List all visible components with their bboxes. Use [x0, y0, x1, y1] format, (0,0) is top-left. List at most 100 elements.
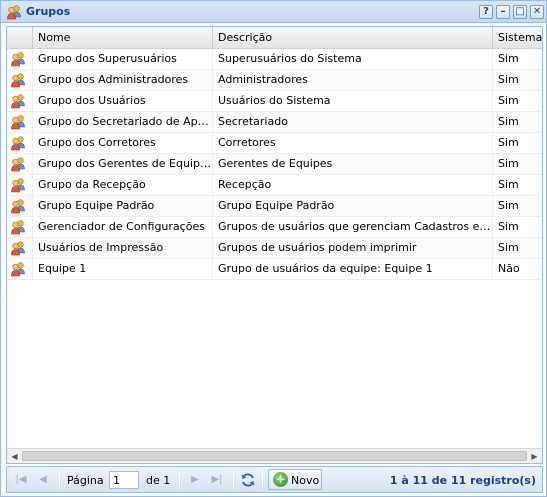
- cell-sistema: Sim: [498, 241, 519, 254]
- cell-descricao: Recepção: [213, 175, 493, 195]
- cell-sistema: Não: [498, 262, 520, 275]
- maximize-icon[interactable]: □: [513, 5, 527, 19]
- column-header-sistema[interactable]: Sistema: [493, 27, 542, 49]
- help-icon[interactable]: ?: [479, 5, 493, 19]
- cell-nome: Grupo dos Gerentes de Equipes: [33, 154, 213, 174]
- cell-sistema: Sim: [498, 178, 519, 191]
- group-icon: [11, 94, 25, 109]
- group-icon: [11, 73, 25, 88]
- cell-nome: Equipe 1: [33, 259, 213, 279]
- row-icon-cell: [7, 196, 33, 216]
- cell-descricao: Secretariado: [213, 112, 493, 132]
- group-icon: [11, 262, 25, 277]
- toolbar-separator: [59, 472, 60, 489]
- cell-descricao: Superusuários do Sistema: [213, 49, 493, 69]
- window-title: Grupos: [26, 5, 71, 18]
- row-icon-cell: [7, 238, 33, 258]
- page-count-label: de 1: [146, 474, 171, 487]
- refresh-icon[interactable]: [240, 472, 256, 488]
- paging-info: 1 à 11 de 11 registro(s): [389, 474, 536, 487]
- table-row[interactable]: Grupo dos Superusuários Superusuários do …: [7, 49, 542, 70]
- cell-nome: Grupo Equipe Padrão: [33, 196, 213, 216]
- cell-sistema: Sim: [498, 94, 519, 107]
- cell-sistema: Sim: [498, 73, 519, 86]
- paging-toolbar: |◀ ◀ Página de 1 ▶ ▶| + Novo 1 à 11 de 1…: [6, 466, 543, 493]
- horizontal-scrollbar[interactable]: ◀ ▶: [7, 448, 542, 463]
- column-header-descricao[interactable]: Descrição: [213, 27, 493, 49]
- table-row[interactable]: Equipe 1 Grupo de usuários da equipe: Equ…: [7, 259, 542, 280]
- cell-descricao: Usuários do Sistema: [213, 91, 493, 111]
- window-titlebar: Grupos ? – □ ✕: [1, 1, 546, 23]
- row-icon-cell: [7, 91, 33, 111]
- cell-nome: Gerenciador de Configurações: [33, 217, 213, 237]
- page-number-input[interactable]: [109, 471, 139, 489]
- prev-page-icon[interactable]: ◀: [35, 472, 51, 488]
- cell-sistema: Sim: [498, 115, 519, 128]
- row-icon-cell: [7, 133, 33, 153]
- group-icon: [11, 115, 25, 130]
- row-icon-cell: [7, 70, 33, 90]
- first-page-icon[interactable]: |◀: [13, 472, 29, 488]
- scrollbar-thumb[interactable]: [22, 451, 527, 461]
- last-page-icon[interactable]: ▶|: [209, 472, 225, 488]
- table-row[interactable]: Grupo dos Gerentes de Equipes Gerentes de…: [7, 154, 542, 175]
- group-icon: [11, 136, 25, 151]
- group-icon: [11, 178, 25, 193]
- table-row[interactable]: Grupo dos Administradores Administradores…: [7, 70, 542, 91]
- cell-descricao: Grupo de usuários da equipe: Equipe 1: [213, 259, 493, 279]
- row-icon-cell: [7, 154, 33, 174]
- toolbar-separator: [179, 472, 180, 489]
- cell-sistema: Sim: [498, 220, 519, 233]
- table-row[interactable]: Grupo da Recepção Recepção Sim: [7, 175, 542, 196]
- row-icon-cell: [7, 259, 33, 279]
- minimize-icon[interactable]: –: [496, 5, 510, 19]
- group-icon: [11, 52, 25, 67]
- cell-nome: Grupo dos Administradores: [33, 70, 213, 90]
- cell-sistema: Sim: [498, 199, 519, 212]
- close-icon[interactable]: ✕: [530, 5, 544, 19]
- row-icon-cell: [7, 49, 33, 69]
- cell-nome: Usuários de Impressão: [33, 238, 213, 258]
- toolbar-separator: [233, 472, 234, 489]
- cell-sistema: Sim: [498, 157, 519, 170]
- table-row[interactable]: Grupo dos Corretores Corretores Sim: [7, 133, 542, 154]
- column-header-icon: [7, 27, 33, 49]
- cell-descricao: Gerentes de Equipes: [213, 154, 493, 174]
- cell-descricao: Grupo Equipe Padrão: [213, 196, 493, 216]
- group-icon: [11, 199, 25, 214]
- scroll-right-icon[interactable]: ▶: [527, 449, 542, 463]
- column-header-nome[interactable]: Nome: [33, 27, 213, 49]
- cell-nome: Grupo dos Superusuários: [33, 49, 213, 69]
- grid-header: Nome Descrição Sistema: [7, 27, 542, 49]
- table-row[interactable]: Grupo Equipe Padrão Grupo Equipe Padrão Si…: [7, 196, 542, 217]
- cell-descricao: Grupos de usuários podem imprimir: [213, 238, 493, 258]
- next-page-icon[interactable]: ▶: [187, 472, 203, 488]
- cell-nome: Grupo da Recepção: [33, 175, 213, 195]
- cell-descricao: Corretores: [213, 133, 493, 153]
- cell-nome: Grupo dos Corretores: [33, 133, 213, 153]
- cell-descricao: Administradores: [213, 70, 493, 90]
- group-icon: [11, 220, 25, 235]
- page-label: Página: [67, 474, 104, 487]
- row-icon-cell: [7, 217, 33, 237]
- group-icon: [7, 5, 21, 20]
- groups-grid: Nome Descrição Sistema Grupo dos Superus…: [6, 26, 543, 464]
- row-icon-cell: [7, 112, 33, 132]
- cell-sistema: Sim: [498, 52, 519, 65]
- table-row[interactable]: Usuários de Impressão Grupos de usuários …: [7, 238, 542, 259]
- cell-descricao: Grupos de usuários que gerenciam Cadastr…: [213, 217, 493, 237]
- new-button-label: Novo: [291, 474, 320, 487]
- add-icon: +: [273, 472, 288, 487]
- groups-window: Grupos ? – □ ✕ Nome Descrição Sistema Gr…: [0, 0, 547, 497]
- cell-sistema: Sim: [498, 136, 519, 149]
- cell-nome: Grupo do Secretariado de Apoio ...: [33, 112, 213, 132]
- cell-nome: Grupo dos Usuários: [33, 91, 213, 111]
- toolbar-separator: [262, 472, 263, 489]
- scroll-left-icon[interactable]: ◀: [7, 449, 22, 463]
- table-row[interactable]: Grupo do Secretariado de Apoio ... Secret…: [7, 112, 542, 133]
- table-row[interactable]: Gerenciador de Configurações Grupos de us…: [7, 217, 542, 238]
- table-row[interactable]: Grupo dos Usuários Usuários do Sistema Sim: [7, 91, 542, 112]
- new-group-button[interactable]: + Novo: [268, 469, 322, 490]
- group-icon: [11, 241, 25, 256]
- row-icon-cell: [7, 175, 33, 195]
